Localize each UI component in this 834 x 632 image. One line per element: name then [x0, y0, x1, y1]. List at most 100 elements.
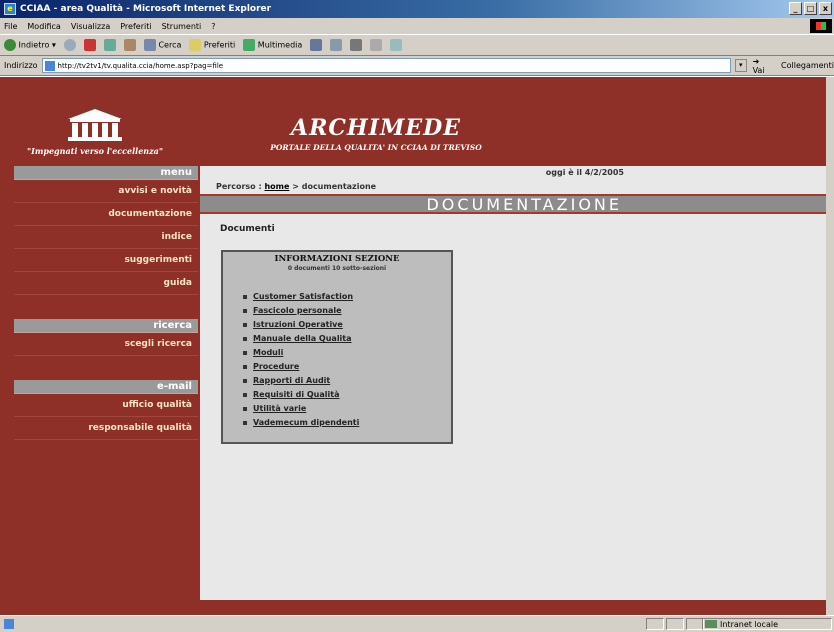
subsection-link[interactable]: Istruzioni Operative	[253, 320, 343, 329]
bullet-icon	[243, 294, 247, 299]
address-bar: Indirizzo http://tv2tv1/tv.qualita.ccia/…	[0, 56, 834, 76]
list-item: Manuale della Qualita	[243, 332, 451, 346]
window-title: CCIAA - area Qualità - Microsoft Interne…	[20, 4, 272, 14]
search-label: Cerca	[158, 40, 182, 50]
subsection-link[interactable]: Requisiti di Qualità	[253, 390, 339, 399]
page-status-icon	[4, 619, 14, 629]
forward-arrow-icon[interactable]	[63, 39, 76, 51]
list-item: Requisiti di Qualità	[243, 388, 451, 402]
multimedia-icon	[243, 39, 256, 51]
subsection-link[interactable]: Rapporti di Audit	[253, 376, 330, 385]
bullet-icon	[243, 350, 247, 355]
subsection-link[interactable]: Customer Satisfaction	[253, 292, 353, 301]
bullet-icon	[243, 378, 247, 383]
sidebar: menu avvisi e novità documentazione indi…	[14, 166, 198, 596]
stop-icon[interactable]	[83, 39, 96, 51]
menu-tools[interactable]: Strumenti	[162, 22, 202, 31]
breadcrumb-home-link[interactable]: home	[264, 182, 289, 191]
maximize-button[interactable]: □	[804, 2, 817, 15]
ie-icon: e	[4, 3, 16, 15]
sidebar-item-scegli-ricerca[interactable]: scegli ricerca	[14, 333, 198, 356]
close-button[interactable]: x	[819, 2, 832, 15]
web-page: "Impegnati verso l'eccellenza" ARCHIMEDE…	[0, 77, 826, 615]
security-zone: Intranet locale	[702, 618, 832, 630]
window-controls: _ □ x	[789, 2, 832, 15]
menu-file[interactable]: File	[4, 22, 17, 31]
minimize-button[interactable]: _	[789, 2, 802, 15]
logo-tagline: "Impegnati verso l'eccellenza"	[26, 146, 164, 156]
discuss-icon[interactable]	[390, 39, 403, 51]
site-header: "Impegnati verso l'eccellenza" ARCHIMEDE…	[0, 77, 826, 163]
subsection-link[interactable]: Moduli	[253, 348, 283, 357]
list-item: Vademecum dipendenti	[243, 416, 451, 430]
breadcrumb-prefix: Percorso :	[216, 182, 262, 191]
page-icon	[44, 60, 55, 71]
sidebar-item-documentazione[interactable]: documentazione	[14, 203, 198, 226]
breadcrumb-current: documentazione	[301, 182, 377, 191]
address-dropdown-icon[interactable]: ▾	[734, 59, 747, 72]
favorites-label: Preferiti	[203, 40, 236, 50]
go-button[interactable]: ➜ Vai	[753, 57, 773, 75]
main-content: oggi è il 4/2/2005 Percorso : home > doc…	[200, 166, 826, 600]
print-icon[interactable]	[350, 39, 363, 51]
search-button[interactable]: Cerca	[143, 39, 182, 51]
subsection-link[interactable]: Fascicolo personale	[253, 306, 342, 315]
list-item: Customer Satisfaction	[243, 290, 451, 304]
refresh-icon[interactable]	[103, 39, 116, 51]
list-item: Istruzioni Operative	[243, 318, 451, 332]
menu-bar: File Modifica Visualizza Preferiti Strum…	[0, 18, 834, 34]
mail-icon[interactable]	[330, 39, 343, 51]
list-item: Procedure	[243, 360, 451, 374]
bullet-icon	[243, 364, 247, 369]
bullet-icon	[243, 420, 247, 425]
sidebar-item-avvisi[interactable]: avvisi e novità	[14, 180, 198, 203]
sidebar-item-indice[interactable]: indice	[14, 226, 198, 249]
bullet-icon	[243, 392, 247, 397]
site-title: ARCHIMEDE	[291, 115, 461, 141]
history-icon[interactable]	[310, 39, 323, 51]
go-label: Vai	[752, 65, 765, 75]
menu-favorites[interactable]: Preferiti	[120, 22, 151, 31]
favorites-icon	[189, 39, 202, 51]
bullet-icon	[243, 308, 247, 313]
vertical-scrollbar[interactable]	[826, 77, 834, 615]
section-info-box: INFORMAZIONI SEZIONE 0 documenti 10 sott…	[221, 250, 453, 444]
menu-view[interactable]: Visualizza	[71, 22, 110, 31]
current-date: oggi è il 4/2/2005	[545, 168, 624, 177]
subsection-link[interactable]: Manuale della Qualita	[253, 334, 352, 343]
list-item: Utilità varie	[243, 402, 451, 416]
status-bar: Intranet locale	[0, 615, 834, 632]
links-button[interactable]: Collegamenti	[781, 61, 834, 70]
documents-label: Documenti	[220, 224, 275, 234]
back-label: Indietro	[18, 40, 50, 50]
favorites-button[interactable]: Preferiti	[189, 39, 235, 51]
subsection-link[interactable]: Utilità varie	[253, 404, 306, 413]
sidebar-item-guida[interactable]: guida	[14, 272, 198, 295]
list-item: Rapporti di Audit	[243, 374, 451, 388]
info-box-title: INFORMAZIONI SEZIONE	[274, 254, 400, 264]
subsection-list: Customer Satisfaction Fascicolo personal…	[223, 290, 451, 430]
sidebar-item-responsabile-qualita[interactable]: responsabile qualità	[14, 417, 198, 440]
site-logo[interactable]: "Impegnati verso l'eccellenza"	[20, 107, 170, 156]
window-titlebar: e CCIAA - area Qualità - Microsoft Inter…	[0, 0, 834, 18]
edit-icon[interactable]	[370, 39, 383, 51]
menu-help[interactable]: ?	[211, 22, 215, 31]
list-item: Fascicolo personale	[243, 304, 451, 318]
multimedia-button[interactable]: Multimedia	[243, 39, 302, 51]
list-item: Moduli	[243, 346, 451, 360]
sidebar-item-ufficio-qualita[interactable]: ufficio qualità	[14, 394, 198, 417]
subsection-link[interactable]: Vademecum dipendenti	[253, 418, 359, 427]
menu-edit[interactable]: Modifica	[27, 22, 60, 31]
bullet-icon	[243, 406, 247, 411]
back-arrow-icon	[4, 39, 16, 51]
home-icon[interactable]	[123, 39, 136, 51]
sidebar-head-ricerca: ricerca	[14, 319, 198, 333]
bullet-icon	[243, 336, 247, 341]
building-logo-icon	[68, 109, 122, 141]
address-input[interactable]: http://tv2tv1/tv.qualita.ccia/home.asp?p…	[41, 58, 731, 73]
sidebar-item-suggerimenti[interactable]: suggerimenti	[14, 249, 198, 272]
back-button[interactable]: Indietro ▾	[4, 39, 56, 51]
site-brand: ARCHIMEDE PORTALE DELLA QUALITA' IN CCIA…	[226, 115, 526, 152]
subsection-link[interactable]: Procedure	[253, 362, 299, 371]
zone-label: Intranet locale	[720, 619, 778, 629]
